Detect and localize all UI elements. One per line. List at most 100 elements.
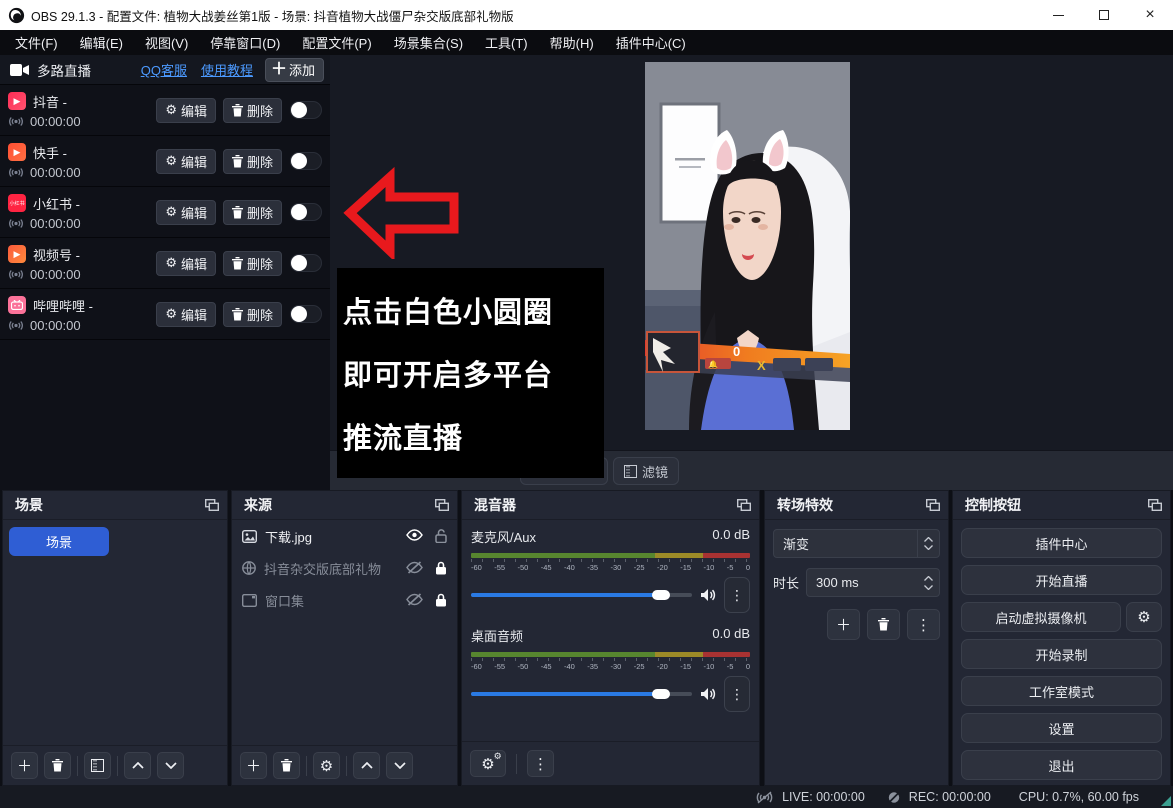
start-recording-button[interactable]: 开始录制 bbox=[961, 639, 1162, 669]
virtual-camera-settings-button[interactable]: ⚙ bbox=[1126, 602, 1162, 632]
delete-button[interactable]: 删除 bbox=[223, 98, 282, 123]
status-bar: LIVE: 00:00:00 REC: 00:00:00 CPU: 0.7%, … bbox=[0, 786, 1173, 808]
visibility-eye-slash-icon[interactable] bbox=[406, 561, 423, 575]
stream-timer: 00:00:00 bbox=[30, 165, 81, 180]
close-button[interactable]: × bbox=[1127, 0, 1173, 30]
source-row-browser[interactable]: 抖音杂交版底部礼物 bbox=[232, 552, 457, 584]
plugin-center-button[interactable]: 插件中心 bbox=[961, 528, 1162, 558]
title-bar: OBS 29.1.3 - 配置文件: 植物大战姜丝第1版 - 场景: 抖音植物大… bbox=[0, 0, 1173, 30]
preview-canvas[interactable]: 0 🔔 X 点击白色小圆圈 即可开启多平台 推流直播 bbox=[330, 55, 1173, 490]
menu-docks[interactable]: 停靠窗口(D) bbox=[199, 30, 291, 55]
add-transition-button[interactable]: ＋ bbox=[827, 609, 860, 640]
edit-button[interactable]: ⚙编辑 bbox=[156, 200, 216, 225]
add-platform-button[interactable]: ＋ 添加 bbox=[265, 58, 324, 82]
duration-spinbox[interactable]: 300 ms bbox=[806, 568, 940, 597]
studio-mode-button[interactable]: 工作室模式 bbox=[961, 676, 1162, 706]
remove-source-button[interactable] bbox=[273, 752, 300, 779]
remove-transition-button[interactable] bbox=[867, 609, 900, 640]
edit-button[interactable]: ⚙编辑 bbox=[156, 149, 216, 174]
chevron-up-icon bbox=[132, 762, 144, 769]
volume-slider[interactable] bbox=[471, 692, 692, 696]
scene-filters-button[interactable] bbox=[84, 752, 111, 779]
scene-item-selected[interactable]: 场景 bbox=[9, 527, 109, 556]
lock-icon[interactable] bbox=[435, 561, 447, 575]
menu-file[interactable]: 文件(F) bbox=[4, 30, 69, 55]
popout-icon[interactable] bbox=[737, 499, 751, 511]
channel-db: 0.0 dB bbox=[712, 626, 750, 645]
menu-edit[interactable]: 编辑(E) bbox=[69, 30, 134, 55]
stream-toggle[interactable] bbox=[290, 305, 322, 323]
menu-view[interactable]: 视图(V) bbox=[134, 30, 199, 55]
stream-toggle[interactable] bbox=[290, 254, 322, 272]
stream-timer: 00:00:00 bbox=[30, 216, 81, 231]
popout-icon[interactable] bbox=[205, 499, 219, 511]
volume-meter bbox=[471, 652, 750, 657]
stream-toggle[interactable] bbox=[290, 101, 322, 119]
menu-profile[interactable]: 配置文件(P) bbox=[291, 30, 382, 55]
minimize-button[interactable] bbox=[1035, 0, 1081, 30]
transition-select[interactable]: 渐变 bbox=[773, 529, 940, 558]
filters-button[interactable]: 滤镜 bbox=[613, 457, 679, 485]
resize-grip[interactable] bbox=[1161, 796, 1171, 806]
maximize-button[interactable] bbox=[1081, 0, 1127, 30]
menu-help[interactable]: 帮助(H) bbox=[539, 30, 605, 55]
unlock-icon[interactable] bbox=[435, 529, 447, 543]
popout-icon[interactable] bbox=[1148, 499, 1162, 511]
move-scene-down-button[interactable] bbox=[157, 752, 184, 779]
edit-button[interactable]: ⚙编辑 bbox=[156, 251, 216, 276]
spinbox-arrows-icon[interactable] bbox=[917, 576, 939, 590]
remove-scene-button[interactable] bbox=[44, 752, 71, 779]
menu-scene-collection[interactable]: 场景集合(S) bbox=[383, 30, 474, 55]
edit-button[interactable]: ⚙编辑 bbox=[156, 302, 216, 327]
move-scene-up-button[interactable] bbox=[124, 752, 151, 779]
volume-slider[interactable] bbox=[471, 593, 692, 597]
add-scene-button[interactable]: ＋ bbox=[11, 752, 38, 779]
tutorial-link[interactable]: 使用教程 bbox=[201, 60, 253, 79]
menu-plugin-center[interactable]: 插件中心(C) bbox=[605, 30, 697, 55]
source-row-window[interactable]: 窗口集 bbox=[232, 584, 457, 616]
delete-button[interactable]: 删除 bbox=[223, 302, 282, 327]
trash-icon bbox=[281, 759, 292, 772]
menu-bar: 文件(F) 编辑(E) 视图(V) 停靠窗口(D) 配置文件(P) 场景集合(S… bbox=[0, 30, 1173, 55]
speaker-icon[interactable] bbox=[700, 588, 716, 602]
gear-icon: ⚙ bbox=[165, 255, 177, 271]
exit-button[interactable]: 退出 bbox=[961, 750, 1162, 780]
source-row-image[interactable]: 下载.jpg bbox=[232, 520, 457, 552]
trash-icon bbox=[232, 257, 243, 270]
popout-icon[interactable] bbox=[926, 499, 940, 511]
start-streaming-button[interactable]: 开始直播 bbox=[961, 565, 1162, 595]
channel-menu-button[interactable]: ⋮ bbox=[724, 577, 750, 613]
lock-icon[interactable] bbox=[435, 593, 447, 607]
start-virtual-camera-button[interactable]: 启动虚拟摄像机 bbox=[961, 602, 1121, 632]
channel-menu-button[interactable]: ⋮ bbox=[724, 676, 750, 712]
window-title: OBS 29.1.3 - 配置文件: 植物大战姜丝第1版 - 场景: 抖音植物大… bbox=[31, 6, 514, 25]
menu-tools[interactable]: 工具(T) bbox=[474, 30, 539, 55]
broadcast-icon bbox=[8, 116, 24, 127]
stream-timer: 00:00:00 bbox=[30, 267, 81, 282]
transition-menu-button[interactable]: ⋮ bbox=[907, 609, 940, 640]
multistream-title: 多路直播 bbox=[37, 60, 91, 80]
popout-icon[interactable] bbox=[435, 499, 449, 511]
stream-toggle[interactable] bbox=[290, 152, 322, 170]
move-source-up-button[interactable] bbox=[353, 752, 380, 779]
visibility-eye-slash-icon[interactable] bbox=[406, 593, 423, 607]
speaker-icon[interactable] bbox=[700, 687, 716, 701]
qq-support-link[interactable]: QQ客服 bbox=[141, 60, 187, 79]
delete-button[interactable]: 删除 bbox=[223, 251, 282, 276]
edit-button[interactable]: ⚙编辑 bbox=[156, 98, 216, 123]
move-source-down-button[interactable] bbox=[386, 752, 413, 779]
add-source-button[interactable]: ＋ bbox=[240, 752, 267, 779]
controls-dock: 控制按钮 插件中心 开始直播 启动虚拟摄像机 ⚙ 开始录制 工作室模式 设置 退… bbox=[952, 490, 1171, 786]
stream-toggle[interactable] bbox=[290, 203, 322, 221]
visibility-eye-icon[interactable] bbox=[406, 529, 423, 543]
gear-icon: ⚙ bbox=[165, 153, 177, 169]
stream-timer: 00:00:00 bbox=[30, 318, 81, 333]
advanced-audio-button[interactable]: ⚙⚙ bbox=[470, 750, 506, 777]
delete-button[interactable]: 删除 bbox=[223, 149, 282, 174]
delete-button[interactable]: 删除 bbox=[223, 200, 282, 225]
settings-button[interactable]: 设置 bbox=[961, 713, 1162, 743]
red-arrow-annotation bbox=[342, 167, 462, 259]
chevron-up-icon bbox=[361, 762, 373, 769]
mixer-menu-button[interactable]: ⋮ bbox=[527, 750, 554, 777]
source-properties-button[interactable]: ⚙ bbox=[313, 752, 340, 779]
